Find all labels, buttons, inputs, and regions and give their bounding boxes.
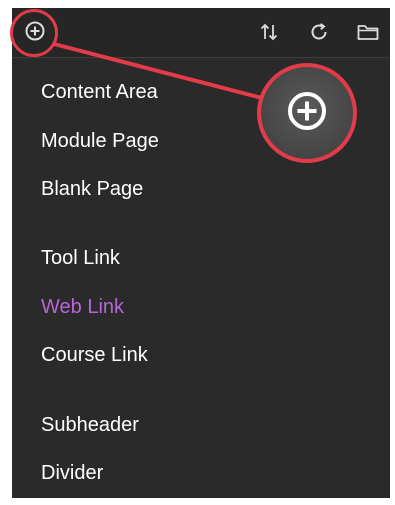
menu-item-module-page[interactable]: Module Page <box>41 129 159 153</box>
refresh-icon <box>308 21 330 48</box>
refresh-button[interactable] <box>307 22 331 46</box>
add-menu-panel: Content Area Module Page Blank Page Tool… <box>10 8 390 498</box>
reorder-button[interactable] <box>257 22 281 46</box>
menu-item-tool-link[interactable]: Tool Link <box>41 246 120 270</box>
folder-icon <box>356 21 380 48</box>
course-menu-toolbar <box>10 8 390 58</box>
plus-circle-icon <box>24 20 46 47</box>
folder-button[interactable] <box>356 22 380 46</box>
up-down-arrows-icon <box>258 21 280 48</box>
menu-item-web-link[interactable]: Web Link <box>41 295 124 319</box>
menu-item-blank-page[interactable]: Blank Page <box>41 177 143 201</box>
menu-item-content-area[interactable]: Content Area <box>41 80 158 104</box>
menu-item-divider[interactable]: Divider <box>41 461 103 485</box>
add-menu-item-button[interactable] <box>20 18 50 48</box>
menu-item-course-link[interactable]: Course Link <box>41 343 148 367</box>
menu-item-subheader[interactable]: Subheader <box>41 413 139 437</box>
